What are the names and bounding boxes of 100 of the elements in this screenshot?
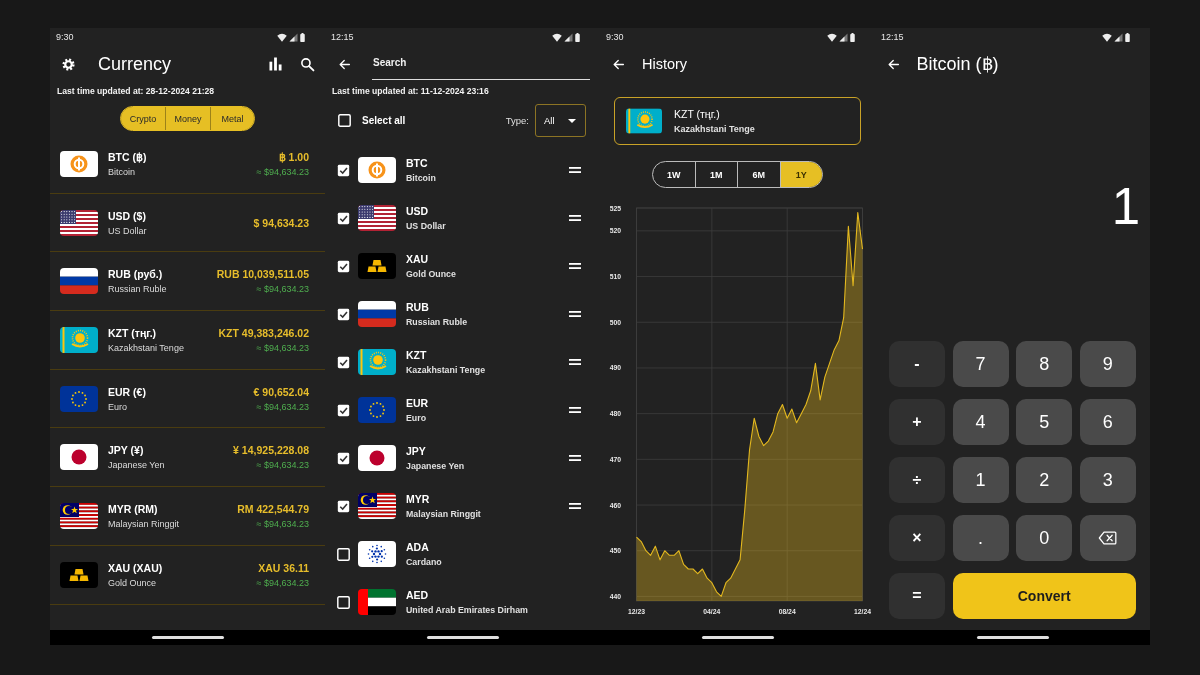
flag-icon	[60, 268, 98, 295]
drag-handle-icon[interactable]	[569, 359, 581, 365]
backspace-button[interactable]	[1079, 515, 1136, 561]
filter-tab[interactable]: Metal	[209, 107, 255, 130]
battery-icon	[300, 32, 305, 42]
bar-chart-icon[interactable]	[269, 57, 282, 71]
wifi-icon	[552, 32, 562, 42]
checkbox[interactable]	[337, 403, 350, 417]
currency-name: Euro	[108, 401, 128, 412]
gear-icon[interactable]	[62, 57, 75, 71]
currency-code: RUB	[406, 301, 430, 313]
keypad-key[interactable]: +	[889, 399, 945, 445]
type-dropdown[interactable]: All	[535, 104, 586, 137]
checkbox[interactable]	[337, 595, 350, 609]
search-field[interactable]: Search	[372, 52, 590, 80]
range-tab[interactable]: 1Y	[779, 162, 822, 187]
currency-name: Japanese Yen	[406, 461, 465, 471]
currency-code: USD ($)	[108, 209, 147, 222]
back-arrow-icon[interactable]	[886, 57, 900, 71]
keypad-key[interactable]: ×	[889, 515, 945, 561]
screen-title: History	[642, 56, 688, 72]
checkbox[interactable]	[337, 499, 350, 513]
currency-name: US Dollar	[406, 221, 446, 231]
currency-name: US Dollar	[108, 225, 147, 236]
currency-card[interactable]: KZT (тңг.) Kazakhstani Tenge	[614, 97, 861, 145]
currency-row[interactable]: XAU (XAU) Gold Ounce XAU 36.11 ≈ $94,634.23	[50, 545, 325, 605]
home-indicator[interactable]	[976, 636, 1049, 639]
currency-code: JPY (¥)	[108, 444, 145, 457]
signal-icon	[289, 32, 298, 42]
flag-icon	[60, 385, 98, 412]
battery-icon	[1125, 32, 1130, 42]
keypad-key[interactable]: 3	[1079, 457, 1136, 503]
currency-code: KZT	[406, 349, 428, 361]
signal-icon	[1114, 32, 1123, 42]
keypad-key[interactable]: 7	[952, 341, 1009, 387]
currency-name: United Arab Emirates Dirham	[406, 605, 528, 615]
keypad-key[interactable]: 9	[1079, 341, 1136, 387]
currency-row[interactable]: KZT (тңг.) Kazakhstani Tenge KZT 49,383,246.02 ≈ $94,634.23	[50, 311, 325, 370]
keypad-key[interactable]: 1	[952, 457, 1009, 503]
checkbox[interactable]	[337, 451, 350, 465]
currency-name: Malaysian Ringgit	[108, 518, 180, 529]
currency-code: USD	[406, 205, 430, 217]
checkbox[interactable]	[338, 114, 351, 127]
flag-icon	[358, 349, 396, 375]
checkbox[interactable]	[337, 307, 350, 321]
home-indicator[interactable]	[701, 636, 774, 639]
wifi-icon	[827, 32, 837, 42]
keypad-key[interactable]: 5	[1016, 399, 1073, 445]
currency-code: XAU	[406, 253, 430, 265]
currency-row[interactable]: USD ($) US Dollar $ 94,634.23	[50, 193, 325, 253]
drag-handle-icon[interactable]	[569, 455, 581, 461]
flag-icon	[60, 444, 98, 471]
checkbox[interactable]	[337, 211, 350, 225]
filter-tab[interactable]: Money	[165, 107, 210, 130]
convert-button[interactable]: Convert	[952, 573, 1136, 619]
keypad-key[interactable]: -	[889, 341, 945, 387]
last-updated-text: Last time updated at: 11-12-2024 23:16	[332, 86, 489, 96]
drag-handle-icon[interactable]	[569, 167, 581, 173]
checkbox[interactable]	[337, 355, 350, 369]
drag-handle-icon[interactable]	[569, 263, 581, 269]
signal-icon	[839, 32, 848, 42]
currency-row[interactable]: RUB (руб.) Russian Ruble RUB 10,039,511.05 ≈ $94,634.23	[50, 252, 325, 312]
back-arrow-icon[interactable]	[612, 57, 625, 71]
keypad-key[interactable]: 6	[1079, 399, 1136, 445]
status-time: 12:15	[331, 32, 354, 42]
range-tab[interactable]: 1M	[694, 162, 737, 187]
keypad-key[interactable]: =	[889, 573, 945, 619]
keypad-key[interactable]: 2	[1016, 457, 1073, 503]
home-indicator[interactable]	[151, 636, 224, 639]
flag-icon	[358, 301, 396, 327]
currency-code: KZT (тңг.)	[108, 326, 158, 339]
back-arrow-icon[interactable]	[338, 57, 351, 71]
search-icon[interactable]	[300, 56, 315, 72]
home-indicator[interactable]	[426, 636, 499, 639]
currency-name: Euro	[406, 413, 428, 423]
drag-handle-icon[interactable]	[569, 311, 581, 317]
currency-row[interactable]: BTC (฿) Bitcoin ฿ 1.00 ≈ $94,634.23	[50, 135, 325, 194]
range-tab[interactable]: 6M	[737, 162, 780, 187]
converted-amount: € 90,652.04	[253, 385, 309, 398]
keypad-key[interactable]: 4	[952, 399, 1009, 445]
currency-code: KZT (тңг.)	[674, 108, 721, 120]
currency-row[interactable]: EUR (€) Euro € 90,652.04 ≈ $94,634.23	[50, 369, 325, 429]
checkbox[interactable]	[337, 259, 350, 273]
currency-row[interactable]: JPY (¥) Japanese Yen ¥ 14,925,228.08 ≈ $94,634.23	[50, 428, 325, 488]
keypad-key[interactable]: .	[952, 515, 1009, 561]
flag-icon	[358, 493, 396, 519]
checkbox[interactable]	[337, 547, 350, 561]
range-tab[interactable]: 1W	[653, 162, 695, 187]
drag-handle-icon[interactable]	[569, 215, 581, 221]
currency-name: Kazakhstani Tenge	[406, 365, 486, 375]
currency-name: Malaysian Ringgit	[406, 509, 481, 519]
checkbox[interactable]	[337, 163, 350, 177]
drag-handle-icon[interactable]	[569, 407, 581, 413]
keypad-key[interactable]: 0	[1016, 515, 1073, 561]
drag-handle-icon[interactable]	[569, 503, 581, 509]
filter-tab[interactable]: Crypto	[120, 107, 166, 130]
currency-row[interactable]: MYR (RM) Malaysian Ringgit RM 422,544.79 ≈ $94,634.23	[50, 487, 325, 546]
keypad-key[interactable]: ÷	[889, 457, 945, 503]
keypad-key[interactable]: 8	[1016, 341, 1073, 387]
flag-icon	[60, 502, 98, 529]
